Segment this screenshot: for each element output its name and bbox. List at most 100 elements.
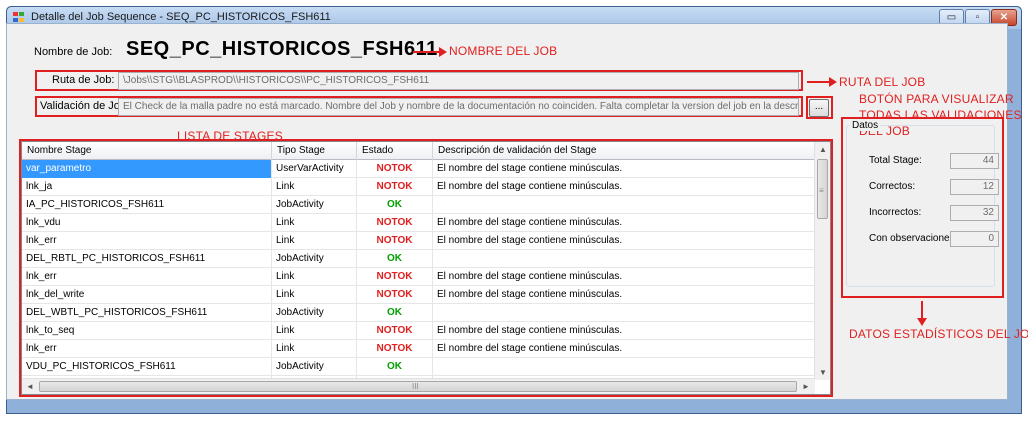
cell-tipo: Link [272, 178, 357, 196]
validacion-field[interactable]: El Check de la malla padre no está marca… [118, 98, 799, 116]
cell-estado: NOTOK [357, 160, 433, 178]
cell-estado: OK [357, 358, 433, 376]
table-row[interactable]: lnk_errLinkNOTOKEl nombre del stage cont… [22, 268, 815, 286]
vertical-scrollbar[interactable]: ▲ ≡ ▼ [814, 142, 830, 380]
cell-tipo: Link [272, 232, 357, 250]
cell-descripcion: El nombre del stage contiene minúsculas. [433, 322, 815, 340]
incorrectos-field[interactable]: 32 [950, 205, 999, 221]
cell-estado: NOTOK [357, 340, 433, 358]
correctos-field[interactable]: 12 [950, 179, 999, 195]
cell-nombre: lnk_ja [22, 178, 272, 196]
cell-descripcion [433, 304, 815, 322]
cell-estado: OK [357, 250, 433, 268]
job-name-label: Nombre de Job: [34, 46, 113, 58]
table-row[interactable]: IA_PC_HISTORICOS_FSH611 JobActivity OK [22, 196, 815, 214]
cell-descripcion: El nombre del stage contiene minúsculas. [433, 340, 815, 358]
cell-descripcion [433, 358, 815, 376]
cell-nombre: lnk_err [22, 268, 272, 286]
ruta-label: Ruta de Job: [52, 74, 115, 86]
scroll-right-icon[interactable]: ► [802, 382, 810, 391]
scroll-left-icon[interactable]: ◄ [26, 382, 34, 391]
cell-estado: NOTOK [357, 286, 433, 304]
cell-tipo: Link [272, 340, 357, 358]
cell-estado: OK [357, 304, 433, 322]
table-row[interactable]: lnk_ja Link NOTOK El nombre del stage conti… [22, 178, 815, 196]
cell-tipo: JobActivity [272, 358, 357, 376]
observaciones-field[interactable]: 0 [950, 231, 999, 247]
cell-descripcion: El nombre del stage contiene minúsculas. [433, 232, 815, 250]
cell-tipo: JobActivity [272, 196, 357, 214]
validacion-label: Validación de Job: [40, 100, 130, 112]
cell-descripcion: El nombre del stage contiene minúsculas. [433, 268, 815, 286]
arrow-icon [917, 301, 927, 326]
column-header-nombre[interactable]: Nombre Stage [22, 142, 272, 160]
observaciones-label: Con observaciones: [869, 233, 958, 244]
annotation-boton-1: BOTÓN PARA VISUALIZAR [859, 92, 1014, 106]
cell-estado: OK [357, 196, 433, 214]
grid-header: Nombre Stage Tipo Stage Estado Descripci… [22, 142, 815, 160]
table-row[interactable]: lnk_to_seq Link NOTOK El nombre del stage c… [22, 322, 815, 340]
cell-nombre: var_parametro [22, 160, 272, 178]
cell-descripcion: El nombre del stage contiene minúsculas. [433, 160, 815, 178]
cell-nombre: VDU_PC_HISTORICOS_FSH611 [22, 358, 272, 376]
table-row[interactable]: VDU_PC_HISTORICOS_FSH611 JobActivity OK [22, 358, 815, 376]
cell-tipo: Link [272, 268, 357, 286]
stages-grid[interactable]: Nombre Stage Tipo Stage Estado Descripci… [21, 141, 831, 395]
cell-descripcion: El nombre del stage contiene minúsculas. [433, 214, 815, 232]
cell-nombre: DEL_WBTL_PC_HISTORICOS_FSH611 [22, 304, 272, 322]
total-stage-field[interactable]: 44 [950, 153, 999, 169]
scroll-grip-icon: ≡ [819, 186, 824, 195]
app-icon [13, 12, 25, 23]
table-row[interactable]: var_parametro UserVarActivity NOTOK El nomb… [22, 160, 815, 178]
cell-estado: NOTOK [357, 322, 433, 340]
cell-nombre: IA_PC_HISTORICOS_FSH611 [22, 196, 272, 214]
column-header-estado[interactable]: Estado [357, 142, 433, 160]
cell-tipo: Link [272, 286, 357, 304]
arrow-icon [807, 77, 837, 87]
total-stage-label: Total Stage: [869, 155, 922, 166]
incorrectos-label: Incorrectos: [869, 207, 922, 218]
cell-nombre: lnk_err [22, 340, 272, 358]
cell-tipo: JobActivity [272, 250, 357, 268]
arrow-icon [413, 47, 447, 57]
hscroll-grip-icon: III [412, 382, 419, 391]
correctos-label: Correctos: [869, 181, 916, 192]
annotation-nombre-job: NOMBRE DEL JOB [449, 44, 558, 58]
cell-descripcion [433, 196, 815, 214]
cell-tipo: JobActivity [272, 304, 357, 322]
table-row[interactable]: lnk_del_write Link NOTOK El nombre del stag… [22, 286, 815, 304]
cell-descripcion [433, 250, 815, 268]
column-header-descripcion[interactable]: Descripción de validación del Stage [433, 142, 815, 160]
annotation-ruta-job: RUTA DEL JOB [839, 75, 926, 89]
cell-estado: NOTOK [357, 268, 433, 286]
cell-estado: NOTOK [357, 214, 433, 232]
cell-descripcion: El nombre del stage contiene minúsculas. [433, 178, 815, 196]
cell-descripcion: El nombre del stage contiene minúsculas. [433, 286, 815, 304]
table-row[interactable]: lnk_errLinkNOTOKEl nombre del stage cont… [22, 340, 815, 358]
view-validations-button[interactable]: ... [809, 99, 829, 117]
window-title: Detalle del Job Sequence - SEQ_PC_HISTOR… [31, 11, 331, 23]
cell-nombre: lnk_err [22, 232, 272, 250]
cell-estado: NOTOK [357, 232, 433, 250]
job-name-value: SEQ_PC_HISTORICOS_FSH611 [126, 38, 438, 60]
ruta-field[interactable]: \Jobs\\STG\\BLASPROD\\HISTORICOS\\PC_HIS… [118, 72, 799, 90]
scroll-up-icon[interactable]: ▲ [819, 145, 827, 154]
table-row[interactable]: lnk_vdu Link NOTOK El nombre del stage cont… [22, 214, 815, 232]
scroll-down-icon[interactable]: ▼ [819, 368, 827, 377]
cell-nombre: lnk_to_seq [22, 322, 272, 340]
table-row[interactable]: lnk_errLinkNOTOKEl nombre del stage cont… [22, 232, 815, 250]
table-row[interactable]: DEL_RBTL_PC_HISTORICOS_FSH611 JobActivity… [22, 250, 815, 268]
cell-nombre: DEL_RBTL_PC_HISTORICOS_FSH611 [22, 250, 272, 268]
cell-estado: NOTOK [357, 178, 433, 196]
cell-tipo: Link [272, 322, 357, 340]
cell-nombre: lnk_vdu [22, 214, 272, 232]
column-header-tipo[interactable]: Tipo Stage [272, 142, 357, 160]
grid-rows: var_parametro UserVarActivity NOTOK El nomb… [22, 160, 815, 394]
annotation-datos: DATOS ESTADÍSTICOS DEL JOB [849, 327, 1028, 341]
horizontal-scrollbar[interactable]: ◄ III ► [22, 378, 815, 394]
cell-tipo: Link [272, 214, 357, 232]
client-area: Nombre de Job: SEQ_PC_HISTORICOS_FSH611 … [6, 23, 1028, 400]
cell-nombre: lnk_del_write [22, 286, 272, 304]
table-row[interactable]: DEL_WBTL_PC_HISTORICOS_FSH611 JobActivity… [22, 304, 815, 322]
cell-tipo: UserVarActivity [272, 160, 357, 178]
